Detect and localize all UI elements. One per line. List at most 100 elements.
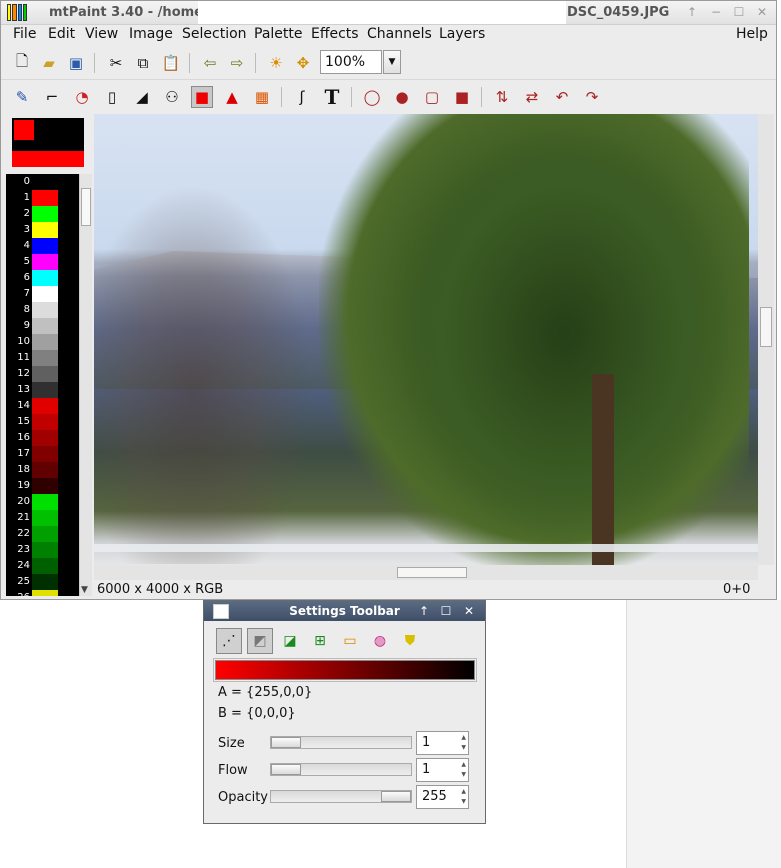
palette-swatch[interactable] [32,558,58,574]
palette-entry[interactable]: 17 [6,446,79,462]
palette-entry[interactable]: 0 [6,174,79,190]
palette-swatch[interactable] [32,526,58,542]
palette-entry[interactable]: 16 [6,430,79,446]
smudge-icon[interactable]: ◢ [131,86,153,108]
palette-swatch[interactable] [32,334,58,350]
palette-swatch[interactable] [32,238,58,254]
menu-file[interactable]: File [13,26,36,42]
ellipse-outline-icon[interactable]: ◯ [361,86,383,108]
flood-fill-icon[interactable]: ◔ [71,86,93,108]
continuous-mode-icon[interactable]: ⋰ [216,628,242,654]
rotate-right-icon[interactable]: ↷ [581,86,603,108]
palette-swatch[interactable] [32,542,58,558]
opacity-mode-icon[interactable]: ◩ [247,628,273,654]
paste-icon[interactable]: 📋 [160,52,182,74]
brightness-icon[interactable]: ☀ [265,52,287,74]
size-slider[interactable] [270,736,412,749]
size-slider-thumb[interactable] [271,737,301,748]
flow-spinbox[interactable]: 1 ▲ ▼ [416,758,469,782]
menu-image[interactable]: Image [129,26,173,42]
palette-entry[interactable]: 13 [6,382,79,398]
palette-swatch[interactable] [32,430,58,446]
palette-entry[interactable]: 23 [6,542,79,558]
ellipse-fill-icon[interactable]: ● [391,86,413,108]
spin-arrows-icon[interactable]: ▲ ▼ [461,733,466,753]
palette-swatch[interactable] [32,270,58,286]
palette-swatch[interactable] [32,174,58,190]
close-button[interactable]: ✕ [755,5,769,19]
palette-swatch[interactable] [32,574,58,590]
palette-entry[interactable]: 6 [6,270,79,286]
menu-layers[interactable]: Layers [439,26,485,42]
color-pick-icon[interactable]: ▲ [221,86,243,108]
flow-slider[interactable] [270,763,412,776]
menu-help[interactable]: Help [736,26,768,42]
opacity-slider-thumb[interactable] [381,791,411,802]
line-icon[interactable]: ▯ [101,86,123,108]
cut-icon[interactable]: ✂ [105,52,127,74]
palette-entry[interactable]: 25 [6,574,79,590]
palette-entry[interactable]: 4 [6,238,79,254]
palette-swatch[interactable] [32,478,58,494]
pencil-icon[interactable]: ✎ [11,86,33,108]
palette-entry[interactable]: 9 [6,318,79,334]
tint-plus-icon[interactable]: ⊞ [307,628,333,654]
color-a-swatch[interactable] [14,120,34,140]
close-button[interactable]: ✕ [461,603,477,619]
palette-entry[interactable]: 3 [6,222,79,238]
palette-entry[interactable]: 24 [6,558,79,574]
palette-entry[interactable]: 11 [6,350,79,366]
palette-entry[interactable]: 2 [6,206,79,222]
keep-above-button[interactable]: ↑ [416,603,432,619]
palette-scroll-thumb[interactable] [81,188,91,226]
flip-vertical-icon[interactable]: ⇅ [491,86,513,108]
palette-entry[interactable]: 21 [6,510,79,526]
palette-swatch[interactable] [32,382,58,398]
menu-effects[interactable]: Effects [311,26,359,42]
clone-icon[interactable]: ⚇ [161,86,183,108]
palette-list[interactable]: 0 1 2 3 4 5 6 7 8 9 10 11 12 13 14 15 16 17 18 19 20 21 22 23 24… [6,174,79,596]
redo-icon[interactable]: ⇨ [226,52,248,74]
settings-title-bar[interactable]: Settings Toolbar ↑ ☐ ✕ [204,601,485,621]
chevron-down-icon[interactable]: ▼ [383,50,401,74]
color-wheel-icon[interactable]: ◍ [367,628,393,654]
maximize-button[interactable]: ☐ [438,603,454,619]
palette-scrollbar[interactable] [79,174,92,596]
palette-swatch[interactable] [32,398,58,414]
palette-swatch[interactable] [32,510,58,526]
palette-swatch[interactable] [32,254,58,270]
shield-icon[interactable]: ⛊ [397,628,423,654]
zoom-combo[interactable]: 100% [320,50,382,74]
palette-entry[interactable]: 8 [6,302,79,318]
palette-swatch[interactable] [32,414,58,430]
rotate-left-icon[interactable]: ↶ [551,86,573,108]
palette-entry[interactable]: 19 [6,478,79,494]
palette-entry[interactable]: 14 [6,398,79,414]
copy-icon[interactable]: ⧉ [132,52,154,74]
canvas-hscroll-thumb[interactable] [397,567,467,578]
palette-entry[interactable]: 10 [6,334,79,350]
undo-icon[interactable]: ⇦ [199,52,221,74]
palette-swatch[interactable] [32,462,58,478]
image-canvas[interactable] [94,114,758,565]
spin-arrows-icon[interactable]: ▲ ▼ [461,787,466,807]
paint-tool-icon[interactable]: ■ [191,86,213,108]
minimize-button[interactable]: − [709,5,723,19]
title-bar[interactable]: mtPaint 3.40 - /home/ DSC_0459.JPG ↑ − ☐… [1,1,776,25]
rect-fill-icon[interactable]: ■ [451,86,473,108]
canvas-vscroll-thumb[interactable] [760,307,772,347]
palette-swatch[interactable] [32,590,58,596]
palette-entry[interactable]: 18 [6,462,79,478]
lasso-icon[interactable]: ʃ [291,86,313,108]
palette-entry[interactable]: 15 [6,414,79,430]
flow-slider-thumb[interactable] [271,764,301,775]
color-swatch-area[interactable] [6,115,90,171]
menu-view[interactable]: View [85,26,118,42]
palette-swatch[interactable] [32,222,58,238]
chevron-down-icon[interactable]: ▼ [81,585,88,595]
text-icon[interactable]: T [321,85,343,109]
palette-swatch[interactable] [32,302,58,318]
palette-swatch[interactable] [32,286,58,302]
open-folder-icon[interactable]: ▰ [38,52,60,74]
spin-arrows-icon[interactable]: ▲ ▼ [461,760,466,780]
